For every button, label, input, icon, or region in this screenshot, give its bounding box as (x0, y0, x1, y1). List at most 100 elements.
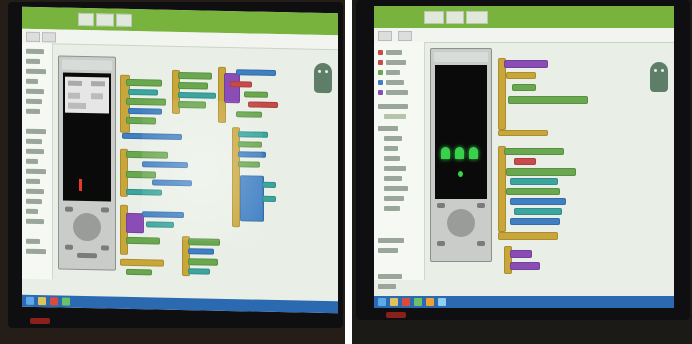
taskbar-app-icon[interactable] (402, 298, 410, 306)
code-block[interactable] (498, 58, 506, 130)
code-block[interactable] (128, 107, 162, 115)
code-block[interactable] (508, 96, 588, 104)
code-block[interactable] (122, 132, 182, 141)
emulator-dpad-icon[interactable] (447, 209, 475, 237)
taskbar-app-icon[interactable] (38, 297, 46, 306)
tree-row[interactable] (26, 68, 46, 75)
tree-row[interactable] (386, 90, 408, 95)
code-block[interactable] (510, 262, 540, 270)
toolbar-button[interactable] (78, 12, 94, 27)
code-block[interactable] (514, 158, 536, 165)
code-block[interactable] (126, 150, 168, 159)
tree-row[interactable] (26, 198, 42, 205)
emulator-key[interactable] (101, 245, 109, 251)
tree-row[interactable] (26, 108, 40, 115)
code-block[interactable] (236, 111, 262, 118)
tree-row[interactable] (26, 58, 40, 65)
code-block[interactable] (142, 161, 188, 169)
code-block[interactable] (236, 69, 276, 77)
tree-row[interactable] (26, 138, 42, 145)
taskbar-app-icon[interactable] (62, 297, 70, 306)
emulator-key[interactable] (437, 241, 445, 246)
code-block[interactable] (240, 175, 264, 222)
code-block[interactable] (178, 91, 216, 99)
tree-row[interactable] (384, 136, 402, 141)
tree-row[interactable] (384, 206, 400, 211)
windows-start-icon[interactable] (26, 296, 34, 305)
code-block[interactable] (510, 250, 532, 258)
code-block[interactable] (262, 181, 276, 189)
tree-row[interactable] (26, 188, 44, 195)
tree-row[interactable] (378, 284, 396, 289)
code-block[interactable] (248, 101, 278, 109)
code-block[interactable] (188, 248, 214, 255)
toolbar-button[interactable] (116, 13, 132, 27)
taskbar-app-icon[interactable] (438, 298, 446, 306)
tree-row[interactable] (384, 186, 408, 191)
toolbar-button[interactable] (446, 11, 464, 24)
emulator-key[interactable] (477, 203, 485, 208)
tree-row[interactable] (378, 104, 408, 109)
code-block[interactable] (152, 179, 192, 187)
toolbar-button[interactable] (96, 13, 114, 27)
tree-row[interactable] (384, 196, 404, 201)
code-block[interactable] (510, 218, 560, 225)
code-block[interactable] (126, 78, 162, 87)
emulator-key[interactable] (65, 206, 73, 212)
code-block[interactable] (506, 72, 536, 79)
tree-row[interactable] (386, 70, 400, 75)
code-block[interactable] (262, 195, 276, 203)
code-block[interactable] (178, 100, 206, 109)
tree-row[interactable] (384, 146, 398, 151)
code-block[interactable] (238, 151, 266, 158)
code-block[interactable] (188, 238, 220, 246)
code-block[interactable] (506, 188, 560, 195)
windows-start-icon[interactable] (378, 298, 386, 306)
code-block[interactable] (238, 141, 262, 148)
code-block[interactable] (498, 130, 548, 136)
form-field[interactable] (68, 92, 80, 99)
code-block[interactable] (244, 91, 268, 98)
emulator-key[interactable] (77, 252, 97, 259)
code-block[interactable] (506, 168, 576, 176)
tree-row[interactable] (384, 166, 406, 171)
emulator-key[interactable] (477, 241, 485, 246)
tree-row[interactable] (26, 218, 44, 225)
tree-row[interactable] (26, 158, 38, 165)
tree-row[interactable] (26, 78, 38, 85)
emulator-dpad-icon[interactable] (73, 212, 101, 242)
code-block[interactable] (178, 71, 212, 80)
code-block[interactable] (126, 236, 160, 245)
tree-row[interactable] (26, 98, 42, 105)
tree-row[interactable] (26, 248, 46, 255)
tree-row[interactable] (26, 88, 44, 95)
code-block[interactable] (498, 146, 506, 232)
code-block[interactable] (188, 268, 210, 275)
code-block[interactable] (126, 188, 162, 196)
code-block[interactable] (504, 148, 564, 155)
form-field[interactable] (91, 93, 103, 100)
taskbar-app-icon[interactable] (426, 298, 434, 306)
tree-row[interactable] (26, 208, 38, 215)
code-block[interactable] (510, 178, 558, 185)
code-block[interactable] (238, 161, 260, 168)
tree-row[interactable] (378, 248, 398, 253)
toolbar-button[interactable] (466, 11, 488, 24)
emulator-key[interactable] (437, 203, 445, 208)
tree-row[interactable] (26, 48, 44, 55)
sub-button[interactable] (26, 31, 40, 43)
code-block[interactable] (126, 170, 156, 179)
taskbar-app-icon[interactable] (390, 298, 398, 306)
emulator-key[interactable] (65, 244, 73, 250)
code-block[interactable] (514, 208, 562, 215)
code-block[interactable] (224, 72, 240, 104)
tree-row-selected[interactable] (384, 114, 406, 119)
tree-row[interactable] (384, 176, 402, 181)
code-block[interactable] (126, 116, 156, 125)
code-block[interactable] (188, 258, 218, 266)
tree-row[interactable] (386, 80, 404, 85)
tree-row[interactable] (26, 238, 40, 245)
tree-row[interactable] (378, 126, 398, 131)
sub-button[interactable] (378, 31, 392, 41)
tree-row[interactable] (26, 128, 46, 135)
